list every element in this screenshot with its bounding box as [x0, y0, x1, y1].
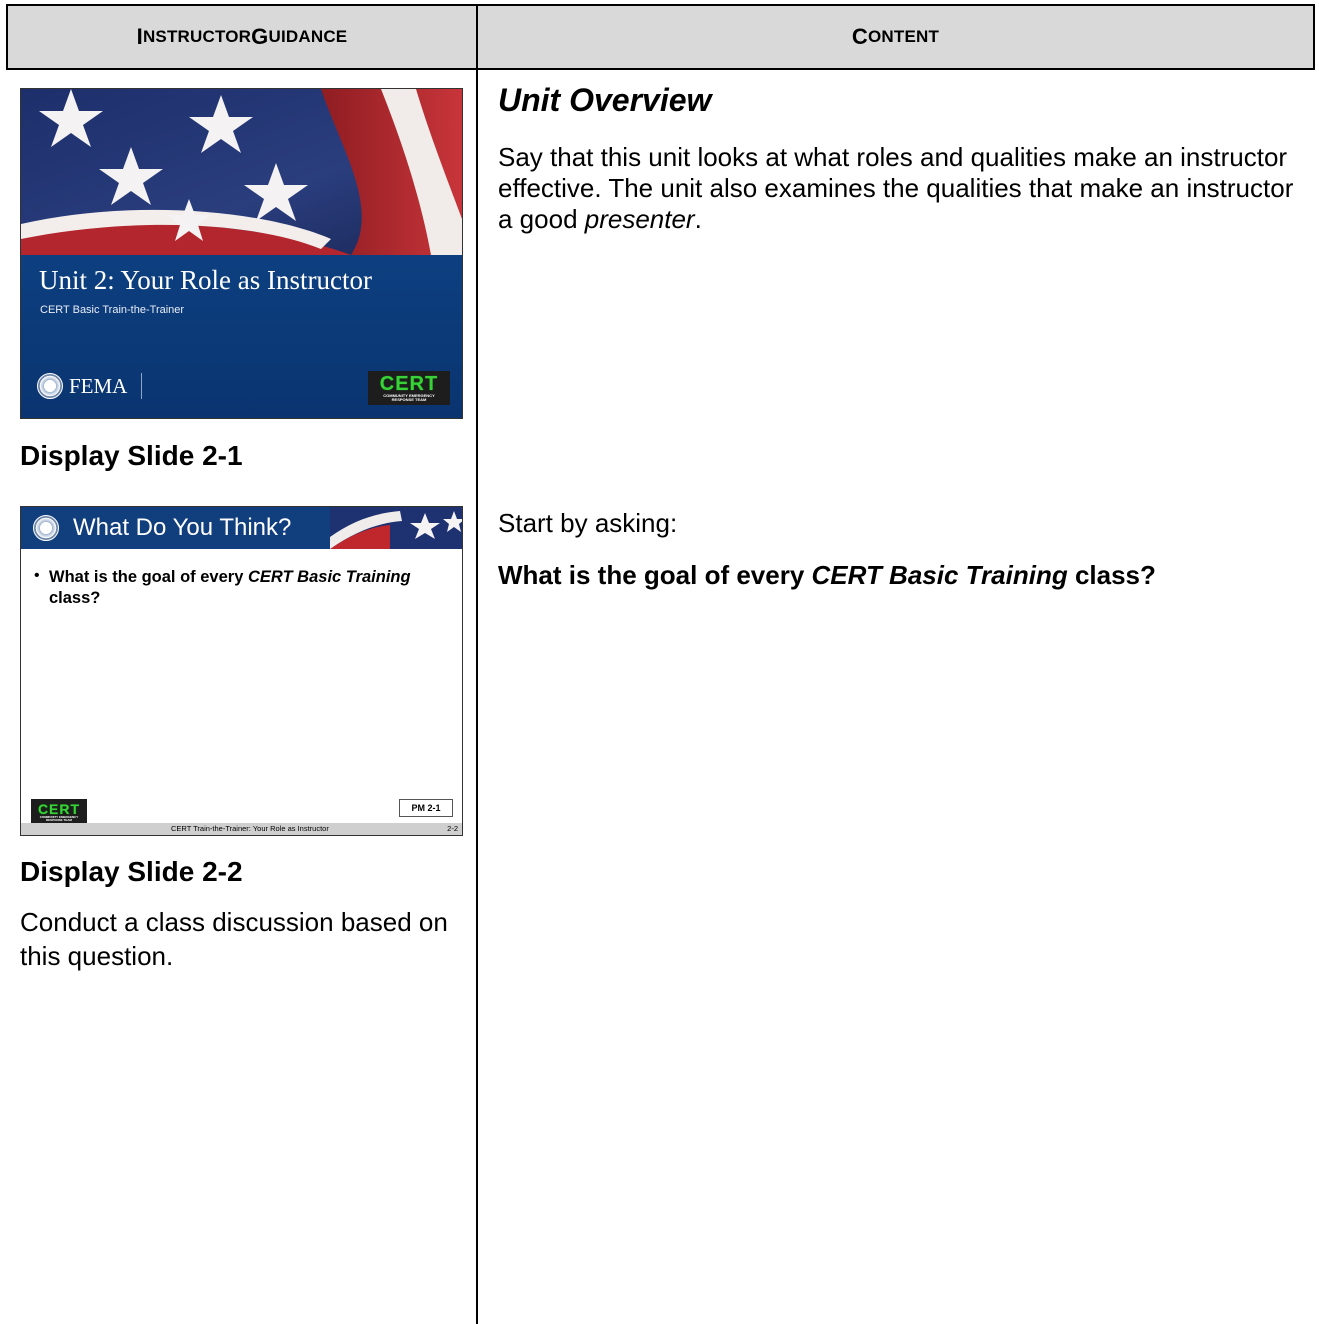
slide-caption-2-2: Display Slide 2-2: [20, 856, 243, 887]
slide-title: Unit 2: Your Role as Instructor: [39, 265, 372, 295]
prompt-intro: Start by asking:: [498, 508, 678, 538]
pm-reference-badge: PM 2-1: [399, 799, 453, 817]
heading-smallcaps: UIDANCE: [268, 27, 348, 46]
section-title: Unit Overview: [498, 82, 712, 118]
slide-title: What Do You Think?: [73, 514, 292, 541]
footer-text: CERT Train-the-Trainer: Your Role as Ins…: [171, 824, 329, 833]
table-header: I NSTRUCTOR G UIDANCE C ONTENT: [6, 4, 1315, 70]
flag-image: [21, 89, 462, 255]
slide-subtitle: CERT Basic Train-the-Trainer: [40, 304, 185, 316]
question-text: class?: [1067, 560, 1156, 590]
heading-initial: C: [851, 24, 868, 49]
cert-logo-word: CERT: [37, 800, 81, 817]
paragraph-text: .: [694, 204, 702, 234]
discussion-question: What is the goal of every CERT Basic Tra…: [498, 560, 1156, 591]
column-divider: [476, 70, 478, 1324]
slide-thumbnail-2-1: Unit 2: Your Role as Instructor CERT Bas…: [20, 88, 463, 419]
dhs-seal-icon: [33, 515, 59, 541]
question-emphasis: CERT Basic Training: [811, 560, 1068, 590]
heading-smallcaps: ONTENT: [868, 27, 940, 46]
heading-smallcaps: NSTRUCTOR: [142, 27, 252, 46]
content-heading: C ONTENT: [478, 6, 1313, 68]
slide-bullet: What is the goal of every CERT Basic Tra…: [49, 567, 429, 609]
cert-logo-tag: RESPONSE TEAM: [45, 818, 72, 822]
bullet-emphasis: CERT Basic Training: [247, 568, 411, 586]
cert-logo-word: CERT: [379, 372, 439, 395]
slide-number: 2-2: [447, 824, 458, 833]
slide-footer: CERT Train-the-Trainer: Your Role as Ins…: [21, 823, 462, 835]
bullet-text: What is the goal of every: [49, 568, 248, 586]
logo-separator: [141, 373, 143, 399]
paragraph-emphasis: presenter: [584, 204, 695, 234]
cert-logo: CERT COMMUNITY EMERGENCY RESPONSE TEAM: [368, 371, 450, 405]
agency-name: FEMA: [69, 373, 128, 398]
bullet-icon: •: [34, 567, 40, 584]
heading-initial: G: [251, 24, 269, 49]
guidance-note: Conduct a class discussion based on this…: [20, 907, 448, 971]
dhs-seal-icon: [37, 373, 63, 399]
bullet-text: class?: [49, 589, 101, 607]
cert-logo: CERT COMMUNITY EMERGENCY RESPONSE TEAM: [31, 799, 87, 825]
slide-caption-2-1: Display Slide 2-1: [20, 440, 243, 471]
flag-image: [330, 507, 462, 549]
slide-thumbnail-2-2: What Do You Think? • What is the goal of…: [20, 506, 463, 836]
cert-logo-tag: RESPONSE TEAM: [391, 397, 427, 402]
overview-paragraph: Say that this unit looks at what roles a…: [498, 142, 1298, 235]
question-text: What is the goal of every: [498, 560, 812, 590]
instructor-guidance-heading: I NSTRUCTOR G UIDANCE: [8, 6, 476, 68]
fema-logo: FEMA: [37, 373, 143, 399]
